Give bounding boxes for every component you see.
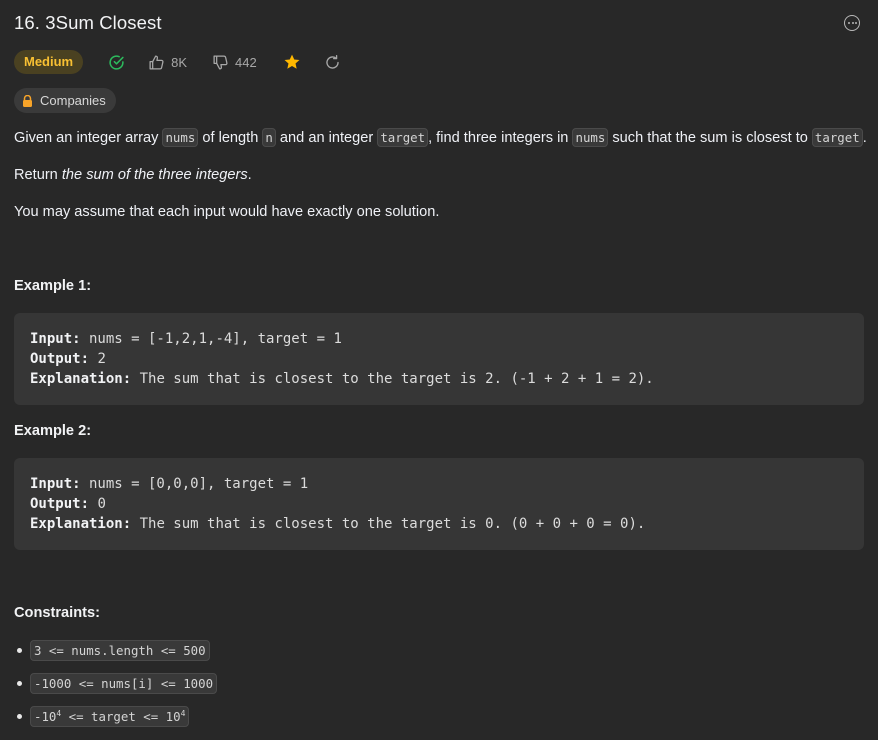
text: Return: [14, 167, 62, 183]
description-paragraph-2: Return the sum of the three integers.: [14, 167, 252, 183]
explanation-value: The sum that is closest to the target is…: [131, 516, 646, 532]
input-value: nums = [-1,2,1,-4], target = 1: [80, 331, 342, 347]
more-options-icon[interactable]: [844, 15, 860, 31]
text: of length: [198, 130, 263, 146]
explanation-label: Explanation:: [30, 371, 132, 387]
example-2-block: Input: nums = [0,0,0], target = 1 Output…: [14, 458, 864, 550]
text: .: [247, 167, 252, 183]
problem-title: 16. 3Sum Closest: [14, 12, 162, 33]
output-label: Output:: [30, 351, 90, 367]
constraint-text: -10: [34, 709, 57, 725]
likes-count: 8K: [171, 54, 188, 70]
output-label: Output:: [30, 496, 90, 512]
thumbs-down-icon: [212, 54, 229, 71]
like-button[interactable]: 8K: [148, 54, 187, 71]
explanation-label: Explanation:: [30, 516, 132, 532]
dislikes-count: 442: [235, 54, 257, 70]
inline-code: nums: [162, 128, 199, 147]
input-label: Input:: [30, 476, 81, 492]
constraints-heading: Constraints:: [14, 605, 100, 621]
dislike-button[interactable]: 442: [212, 54, 257, 71]
constraint-item: -1000 <= nums[i] <= 1000: [14, 673, 218, 706]
text: Given an integer array: [14, 130, 163, 146]
example-2-heading: Example 2:: [14, 423, 92, 439]
output-value: 0: [89, 496, 106, 512]
companies-tag[interactable]: Companies: [14, 88, 116, 113]
output-value: 2: [89, 351, 106, 367]
inline-code: target: [811, 128, 863, 147]
example-1-heading: Example 1:: [14, 278, 92, 294]
lock-icon: [23, 94, 32, 107]
input-value: nums = [0,0,0], target = 1: [80, 476, 309, 492]
exponent: 4: [180, 709, 186, 718]
star-icon[interactable]: [283, 53, 301, 71]
input-label: Input:: [30, 331, 81, 347]
constraint-code: 3 <= nums.length <= 500: [30, 640, 210, 661]
problem-meta-bar: Medium 8K 442: [14, 50, 341, 74]
description-paragraph-3: You may assume that each input would hav…: [14, 204, 440, 220]
constraints-list: 3 <= nums.length <= 500 -1000 <= nums[i]…: [14, 640, 218, 739]
constraint-item: -104 <= target <= 104: [14, 706, 217, 739]
constraint-text: <= target <= 10: [61, 709, 181, 725]
text: such that the sum is closest to: [608, 130, 812, 146]
example-1-block: Input: nums = [-1,2,1,-4], target = 1 Ou…: [14, 313, 864, 405]
text: .: [862, 130, 867, 146]
solved-check-icon: [108, 54, 125, 71]
difficulty-badge: Medium: [14, 50, 84, 74]
constraint-code: -104 <= target <= 104: [30, 706, 190, 728]
emphasis-text: the sum of the three integers: [61, 167, 248, 183]
inline-code: target: [377, 128, 429, 147]
text: and an integer: [275, 130, 378, 146]
share-icon[interactable]: [324, 54, 341, 71]
companies-label: Companies: [40, 93, 106, 108]
constraint-code: -1000 <= nums[i] <= 1000: [30, 673, 218, 694]
inline-code: nums: [572, 128, 609, 147]
constraint-item: 3 <= nums.length <= 500: [14, 640, 217, 673]
explanation-value: The sum that is closest to the target is…: [131, 371, 654, 387]
description-paragraph-1: Given an integer array nums of length n …: [14, 128, 867, 147]
inline-code: n: [262, 128, 276, 147]
thumbs-up-icon: [148, 54, 165, 71]
text: , find three integers in: [428, 130, 573, 146]
